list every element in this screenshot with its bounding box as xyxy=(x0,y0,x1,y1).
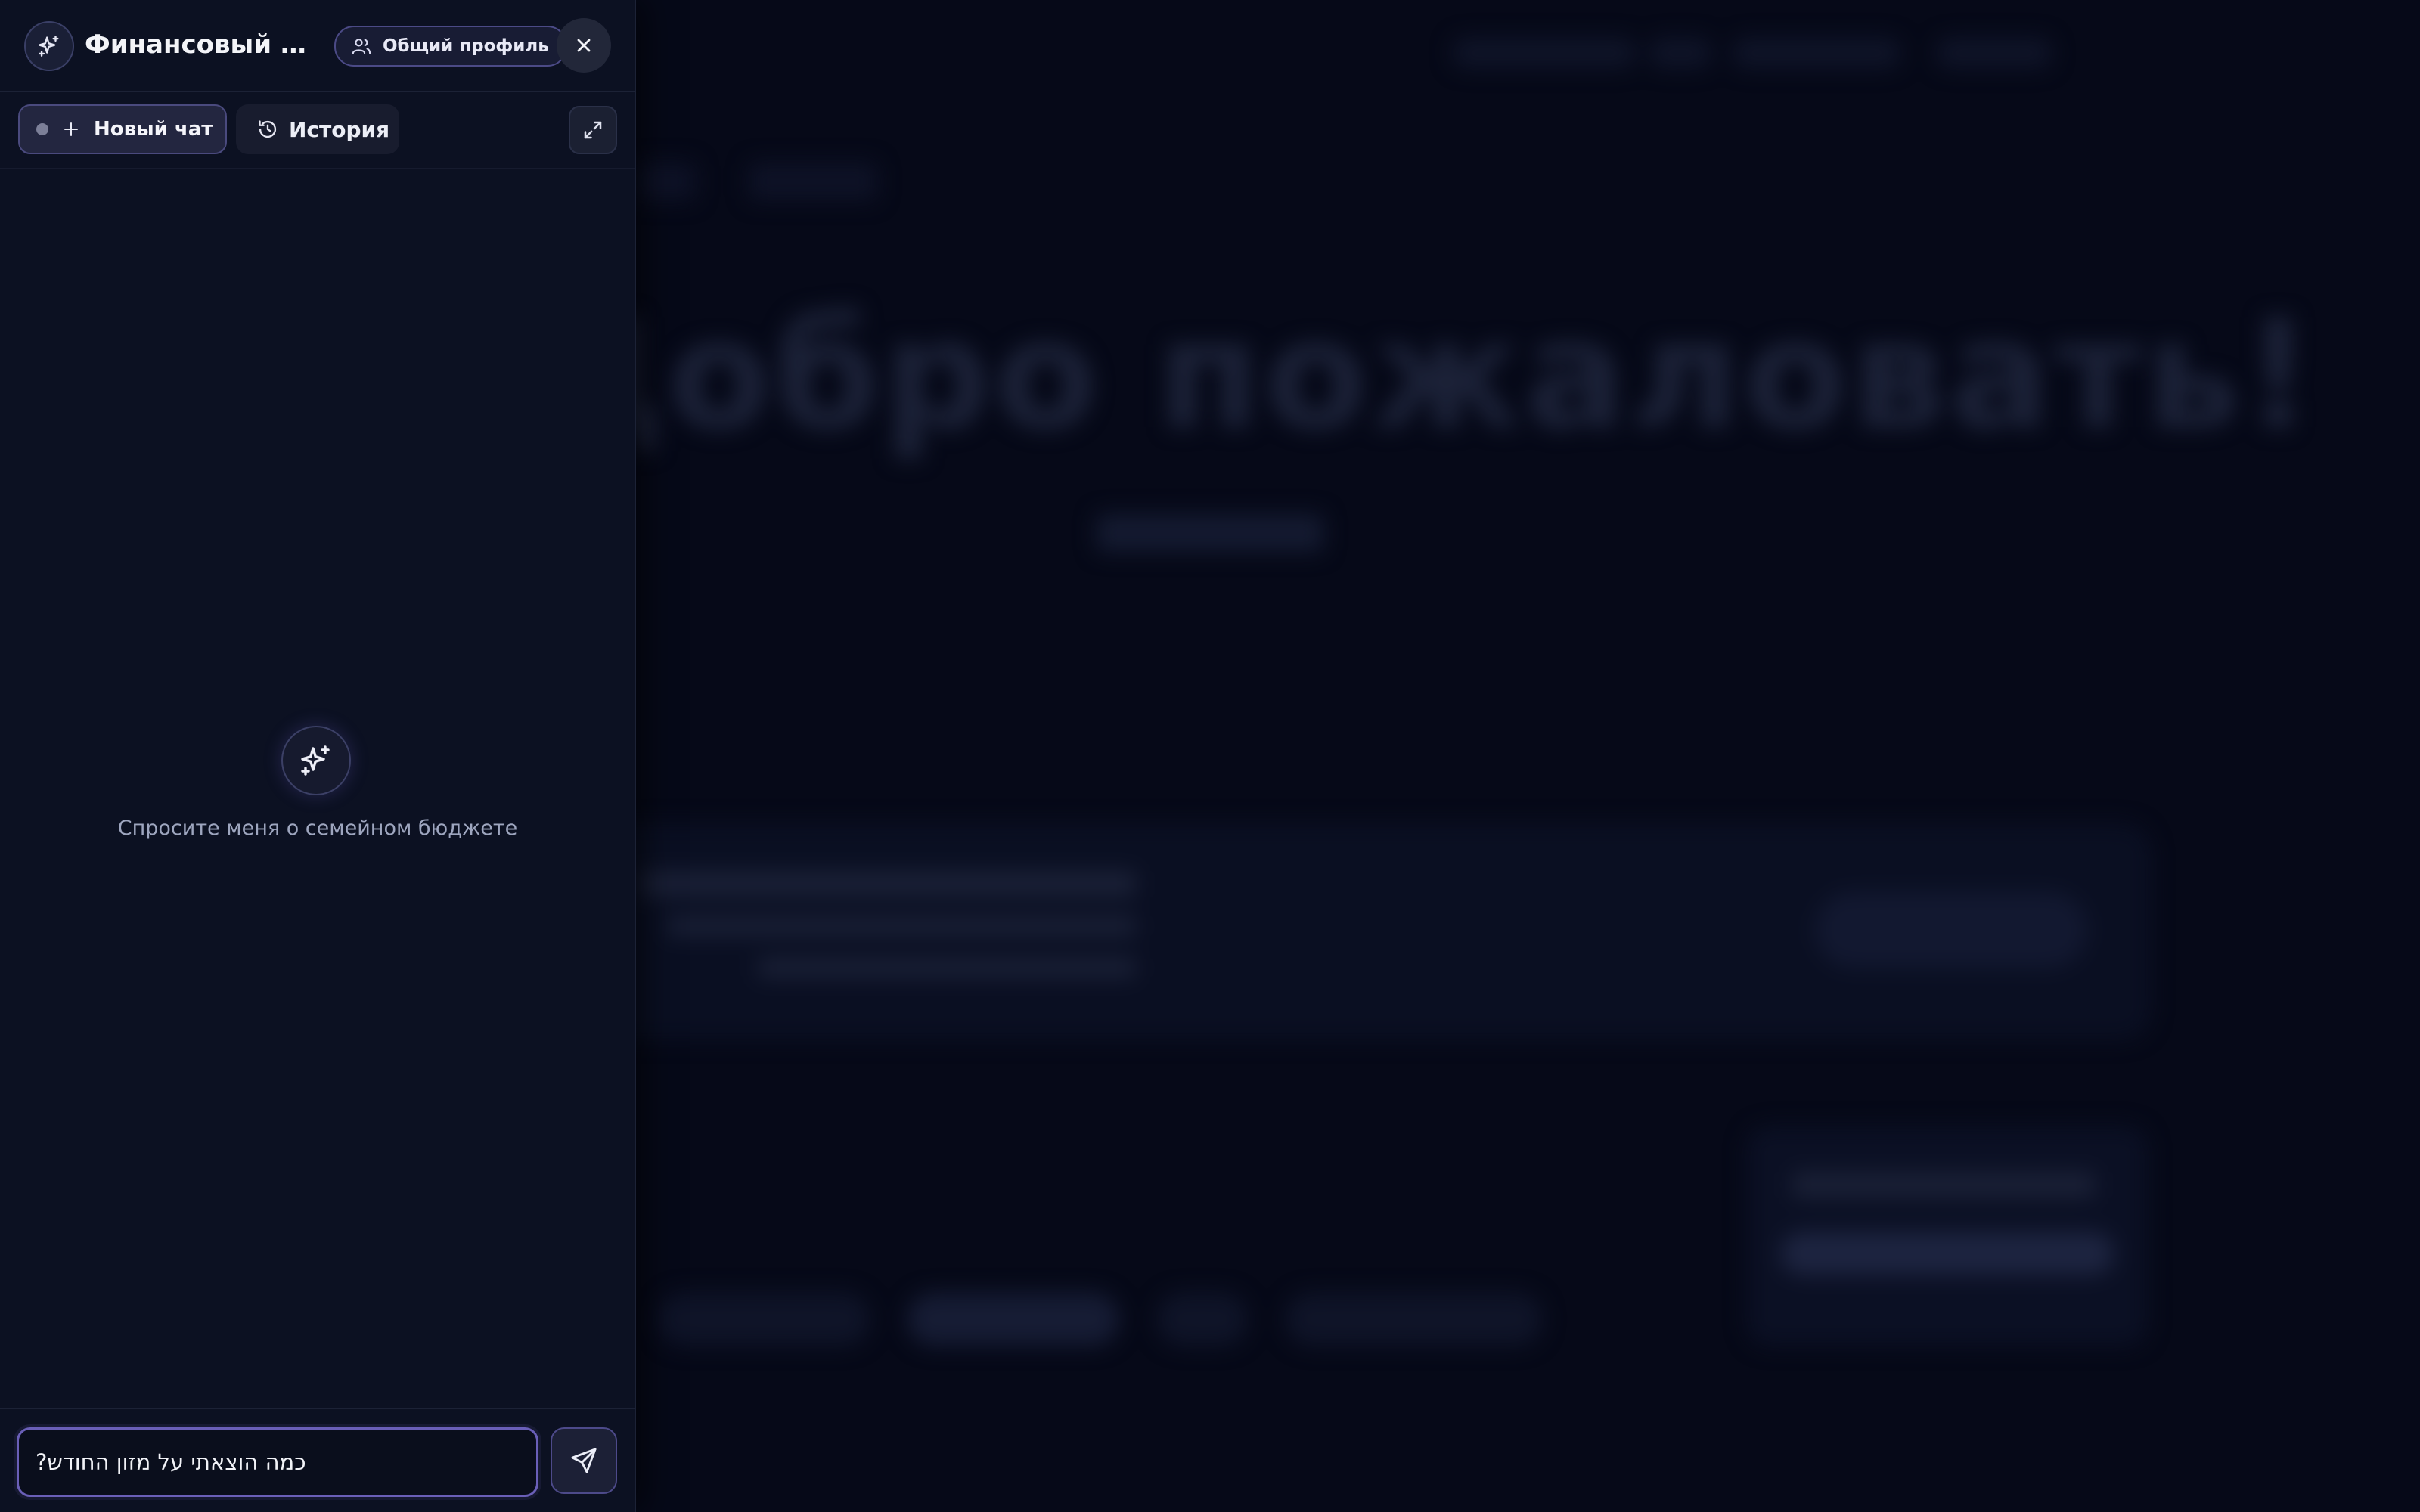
message-composer xyxy=(0,1408,635,1512)
background-nav-item xyxy=(1649,38,1712,68)
history-icon xyxy=(257,119,278,140)
send-button[interactable] xyxy=(551,1427,617,1494)
history-button[interactable]: История xyxy=(236,104,399,154)
background-chip xyxy=(1157,1293,1248,1346)
background-tab xyxy=(749,163,877,200)
background-nav-item xyxy=(1936,38,2052,68)
background-nav-item xyxy=(1452,38,1637,68)
background-text-line xyxy=(637,871,1136,897)
panel-header: Финансовый кон... Общий профиль xyxy=(0,0,635,92)
background-chip xyxy=(1286,1293,1543,1346)
assistant-panel: Финансовый кон... Общий профиль xyxy=(0,0,636,1512)
close-button[interactable] xyxy=(557,18,611,73)
background-subtitle xyxy=(1097,514,1323,552)
app-root: Добро пожаловать! Финансовый ко Общий пр… xyxy=(0,0,2420,1512)
plus-icon xyxy=(62,120,80,138)
background-text-line xyxy=(1792,1172,2095,1198)
panel-title: Финансовый кон... xyxy=(85,29,319,60)
send-icon xyxy=(571,1448,597,1473)
background-text-line xyxy=(758,958,1136,978)
background-widget xyxy=(1747,1126,2148,1346)
new-chat-label: Новый чат xyxy=(94,118,213,141)
profile-label: Общий профиль xyxy=(383,36,549,56)
background-cta xyxy=(1815,892,2087,968)
empty-state-text: Спросите меня о семейном бюджете xyxy=(117,816,518,840)
history-label: История xyxy=(289,116,390,142)
background-nav-item xyxy=(1732,38,1901,68)
close-icon xyxy=(577,39,591,52)
background-chip xyxy=(908,1293,1119,1346)
message-input[interactable] xyxy=(17,1427,538,1497)
background-chip xyxy=(658,1293,870,1346)
status-dot xyxy=(36,123,48,135)
users-icon xyxy=(351,36,372,57)
background-widget-bar xyxy=(1781,1232,2114,1275)
profile-selector[interactable]: Общий профиль xyxy=(334,26,567,67)
expand-button[interactable] xyxy=(569,106,617,154)
sparkles-icon xyxy=(24,21,74,71)
new-chat-button[interactable]: Новый чат xyxy=(18,104,227,154)
expand-icon xyxy=(584,121,602,139)
panel-toolbar: Новый чат История xyxy=(0,92,635,169)
background-hero-title: Добро пожаловать! xyxy=(529,287,2316,463)
sparkles-icon xyxy=(281,726,351,795)
background-text-line xyxy=(667,916,1136,936)
background-tab xyxy=(635,163,696,200)
